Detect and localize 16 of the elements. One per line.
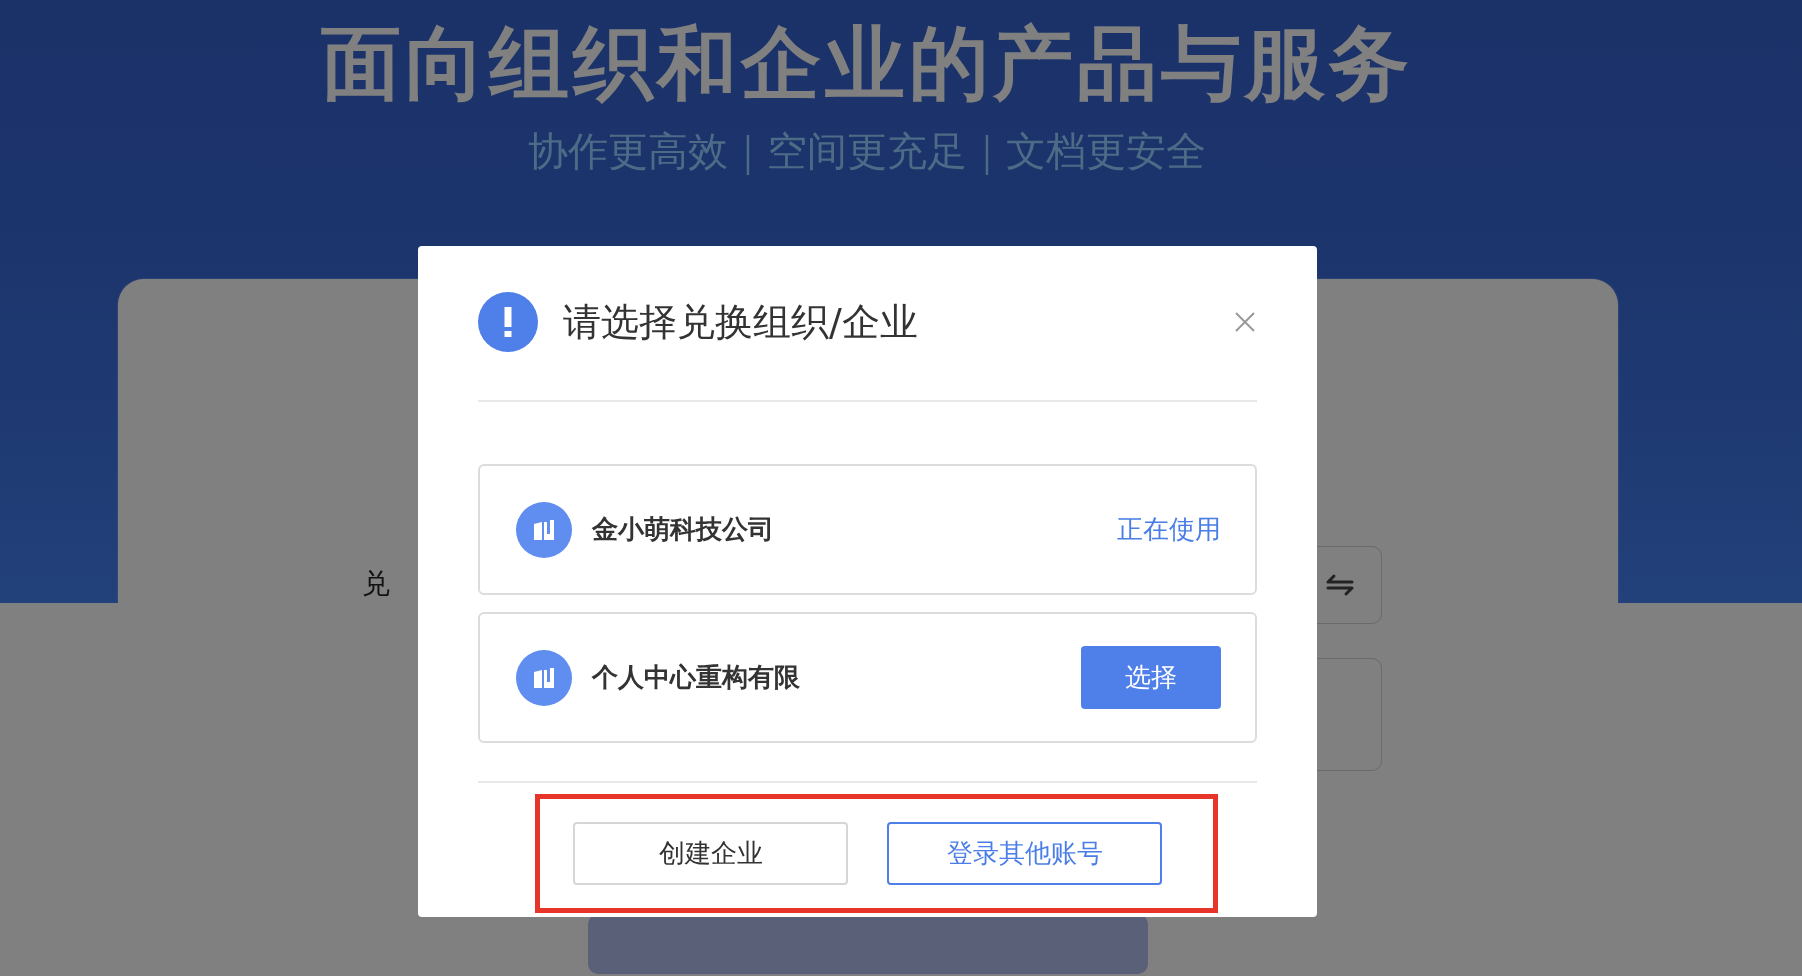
form-label: 兑 xyxy=(361,566,390,598)
organization-name: 个人中心重构有限 xyxy=(592,661,801,694)
headline: 面向组织和企业的产品与服务 xyxy=(321,16,1413,112)
status-label: 正在使用 xyxy=(1117,513,1221,546)
tagline: 协作更高效｜空间更充足｜文档更安全 xyxy=(528,127,1206,176)
swap-icon[interactable] xyxy=(1325,573,1355,597)
create-button[interactable]: 创建企业 xyxy=(573,822,848,885)
close-button[interactable] xyxy=(1233,310,1257,334)
login-button[interactable]: 登录其他账号 xyxy=(887,822,1162,885)
alert-icon xyxy=(478,292,538,352)
building-icon xyxy=(516,649,572,706)
organization-name: 金小萌科技公司 xyxy=(592,513,775,546)
dialog-title: 请选择兑换组织/企业 xyxy=(563,298,919,346)
building-icon xyxy=(516,501,572,558)
select-button[interactable]: 选择 xyxy=(1081,646,1221,709)
submit-button[interactable] xyxy=(588,914,1148,974)
